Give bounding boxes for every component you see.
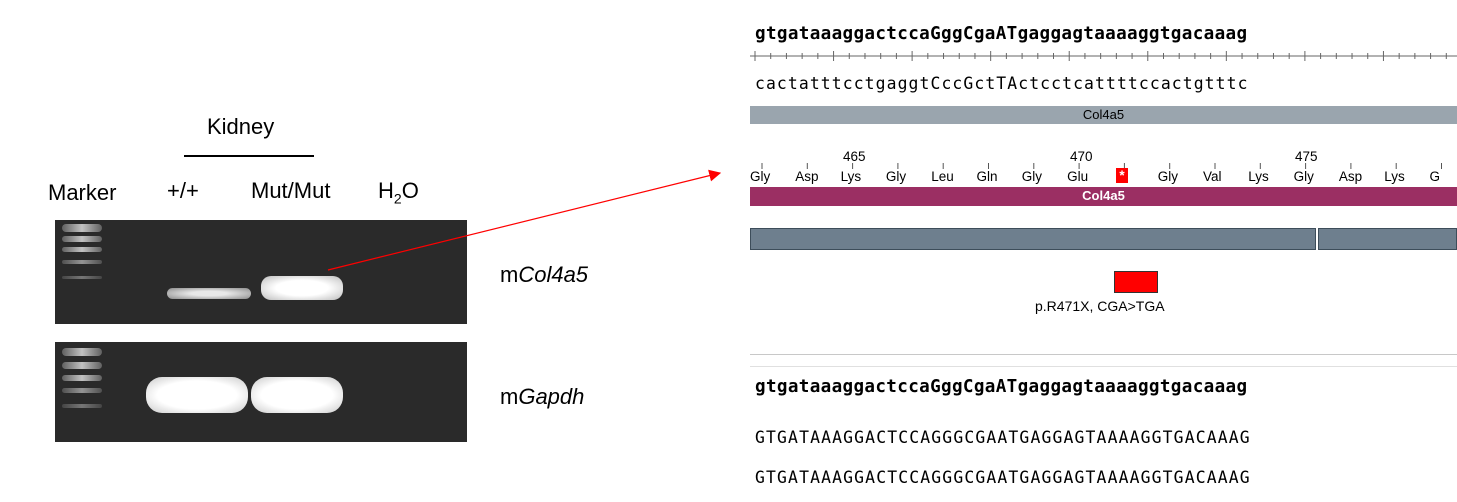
amino-acid: Gly [1293,169,1314,184]
amino-acid: Gln [976,169,998,184]
amino-acid: Gly [1157,169,1178,184]
amino-acid: Asp [795,169,819,184]
panel-divider [750,354,1457,355]
alignment-coverage-bar-right [1318,228,1457,250]
sequence-ruler [750,51,1457,61]
amino-acid: Gly [750,169,771,184]
sequencing-read-2: GTGATAAAGGACTCCAGGGCGAATGAGGAGTAAAAGGTGA… [755,468,1251,487]
amino-acid: Gly [885,169,907,184]
amino-acid: Asp [1338,169,1363,184]
cds-feature-bar: Col4a5 [750,187,1457,206]
stop-codon-marker: * [1116,168,1128,183]
amino-acid-row: Gly Asp Lys Gly Leu Gln Gly Glu * Gly Val Lys Gly Asp… [750,168,1457,186]
sequencing-read-1: GTGATAAAGGACTCCAGGGCGAATGAGGAGTAAAAGGTGA… [755,428,1251,447]
complement-strand-sequence: cactatttcctgaggtCccGctTActcctcattttccact… [755,74,1249,93]
amino-acid: Val [1203,169,1222,184]
panel-divider [750,366,1457,367]
amino-acid: Leu [931,169,954,184]
amino-acid: Glu [1067,169,1089,184]
mutation-label: p.R471X, CGA>TGA [1035,298,1165,314]
amino-acid: Lys [840,169,862,184]
amino-acid: Gly [1021,169,1043,184]
top-strand-sequence: gtgataaaggactccaGggCgaATgaggagtaaaaggtga… [755,24,1248,44]
reference-sequence: gtgataaaggactccaGggCgaATgaggagtaaaaggtga… [755,377,1248,397]
alignment-coverage-bar-left [750,228,1316,250]
amino-acid: Lys [1248,169,1269,184]
amino-acid: G [1429,169,1441,184]
gene-feature-bar: Col4a5 [750,106,1457,124]
amino-acid: Lys [1384,169,1405,184]
mutation-marker [1114,271,1158,293]
